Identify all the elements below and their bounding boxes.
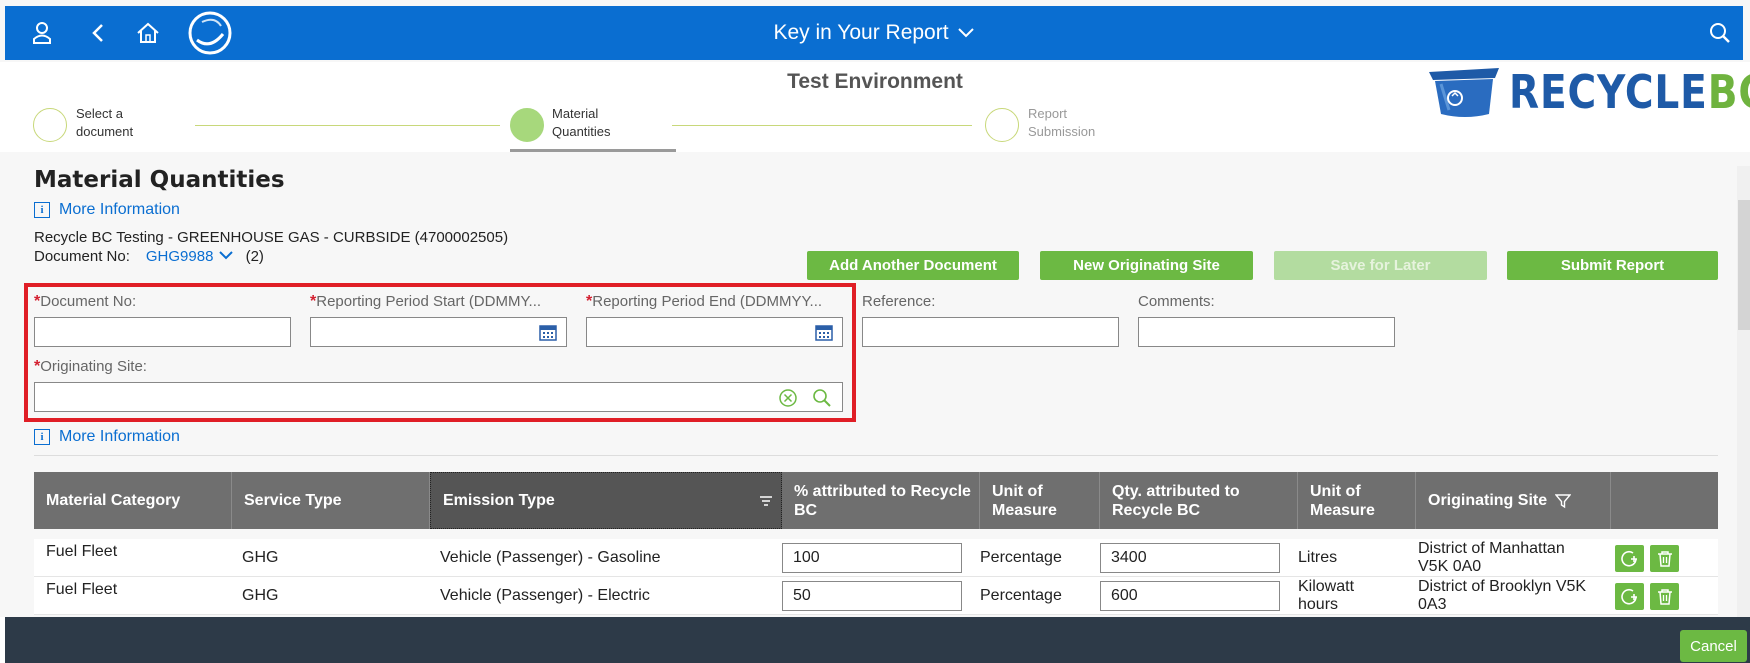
table-header: Material Category Service Type Emission … (34, 472, 1718, 529)
search-icon[interactable] (1705, 6, 1735, 60)
submit-report-button[interactable]: Submit Report (1507, 251, 1718, 280)
step-2-label-line2: Quantities (552, 124, 611, 139)
more-information-text: More Information (59, 428, 180, 445)
cell-originating-site: District of Manhattan V5K 0A0 (1418, 540, 1565, 575)
info-icon: i (34, 429, 50, 445)
cell-originating-site: District of Brooklyn V5K 0A3 (1418, 578, 1587, 613)
cell-emission-type: Vehicle (Passenger) - Electric (440, 587, 650, 604)
add-another-document-button[interactable]: Add Another Document (807, 251, 1019, 280)
step-connector (195, 125, 500, 126)
cell-qty-unit: Kilowatt hours (1298, 578, 1355, 613)
col-header-emission-type-text: Emission Type (443, 492, 555, 509)
page-title: Material Quantities (34, 167, 285, 193)
footer-bar: Cancel (5, 617, 1750, 663)
col-header-qty-attributed[interactable]: Qty. attributed to Recycle BC (1100, 472, 1298, 529)
sort-icon[interactable] (759, 495, 773, 507)
comments-label: Comments: (1138, 293, 1215, 310)
step-1-label-line1: Select a (76, 106, 123, 121)
shell-title[interactable]: Key in Your Report (5, 6, 1743, 60)
cell-pct-unit: Percentage (980, 549, 1062, 566)
col-header-material-category[interactable]: Material Category (34, 472, 232, 529)
more-information-link-2[interactable]: i More Information (34, 428, 180, 446)
col-header-percent-attributed[interactable]: % attributed to Recycle BC (782, 472, 980, 529)
cell-service-type: GHG (242, 549, 279, 566)
step-3-label[interactable]: Report Submission (1028, 105, 1095, 141)
cell-pct-unit: Percentage (980, 587, 1062, 604)
delete-row-button[interactable] (1650, 583, 1679, 610)
more-information-link[interactable]: i More Information (34, 201, 180, 219)
cell-service-type: GHG (242, 587, 279, 604)
col-header-unit-of-measure[interactable]: Unit of Measure (980, 472, 1100, 529)
copy-row-button[interactable] (1615, 545, 1644, 572)
col-header-service-type[interactable]: Service Type (232, 472, 430, 529)
cancel-button[interactable]: Cancel (1680, 630, 1747, 662)
new-originating-site-button[interactable]: New Originating Site (1040, 251, 1253, 280)
doc-no-value: GHG9988 (145, 248, 214, 265)
table-row[interactable]: Fuel Fleet GHG Vehicle (Passenger) - Ele… (34, 577, 1718, 615)
doc-count: (2) (245, 248, 264, 265)
shell-bar: Key in Your Report (5, 6, 1743, 60)
cell-qty-unit: Litres (1298, 549, 1338, 566)
step-connector (672, 125, 972, 126)
col-header-unit-of-measure-2[interactable]: Unit of Measure (1298, 472, 1416, 529)
wizard-header: Test Environment Select a document Mater… (0, 62, 1750, 152)
table-row[interactable]: Fuel Fleet GHG Vehicle (Passenger) - Gas… (34, 539, 1718, 577)
cell-material-category: Fuel Fleet (46, 581, 118, 598)
step-2-label[interactable]: Material Quantities (552, 105, 611, 141)
scrollbar-thumb[interactable] (1738, 200, 1750, 330)
delete-icon (1657, 588, 1672, 605)
more-information-text: More Information (59, 201, 180, 218)
info-icon: i (34, 202, 50, 218)
step-2-label-line1: Material (552, 106, 599, 121)
required-fields-highlight (24, 283, 856, 422)
step-1-indicator[interactable] (33, 108, 67, 142)
copy-row-button[interactable] (1615, 583, 1644, 610)
main-content: Material Quantities i More Information R… (0, 152, 1750, 617)
chevron-down-icon (218, 251, 233, 260)
comments-input[interactable] (1138, 317, 1395, 347)
pct-attributed-input[interactable]: 100 (782, 543, 962, 573)
save-for-later-button[interactable]: Save for Later (1274, 251, 1487, 280)
step-3-indicator[interactable] (985, 108, 1019, 142)
shell-title-text: Key in Your Report (773, 21, 949, 44)
document-number-line: Document No: GHG9988 (2) (34, 248, 264, 265)
app-shell: Key in Your Report Test Environment Sele… (0, 0, 1750, 663)
delete-row-button[interactable] (1650, 545, 1679, 572)
step-3-label-line2: Submission (1028, 124, 1096, 139)
logo-wordmark: RECYCLEBC (1509, 65, 1750, 119)
document-name: Recycle BC Testing - GREENHOUSE GAS - CU… (34, 229, 509, 246)
qty-attributed-input[interactable]: 3400 (1100, 543, 1280, 573)
chevron-down-icon (957, 27, 975, 39)
pct-attributed-input[interactable]: 50 (782, 581, 962, 611)
delete-icon (1657, 550, 1672, 567)
step-3-label-line1: Report (1028, 106, 1068, 121)
copy-row-icon (1620, 550, 1637, 567)
col-header-actions (1611, 472, 1718, 529)
reference-input[interactable] (862, 317, 1119, 347)
step-1-label[interactable]: Select a document (76, 105, 133, 141)
reference-label: Reference: (862, 293, 936, 310)
col-header-originating-site-text: Originating Site (1428, 492, 1548, 509)
filter-icon[interactable] (1555, 493, 1572, 509)
doc-no-dropdown[interactable]: GHG9988 (146, 248, 234, 265)
step-2-indicator[interactable] (510, 108, 544, 142)
cell-material-category: Fuel Fleet (46, 543, 118, 560)
qty-attributed-input[interactable]: 600 (1100, 581, 1280, 611)
section-divider (34, 455, 1718, 456)
col-header-emission-type[interactable]: Emission Type (430, 472, 782, 529)
recycle-bin-icon (1429, 68, 1499, 117)
recyclebc-logo: RECYCLEBC (1425, 62, 1750, 122)
doc-no-label: Document No: (34, 248, 130, 265)
col-header-originating-site[interactable]: Originating Site (1416, 472, 1611, 529)
step-1-label-line2: document (76, 124, 134, 139)
copy-row-icon (1620, 588, 1637, 605)
shell-header: Key in Your Report (0, 0, 1750, 62)
cell-emission-type: Vehicle (Passenger) - Gasoline (440, 549, 661, 566)
